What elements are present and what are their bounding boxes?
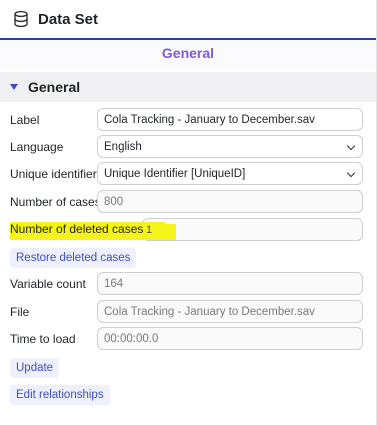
language-row: Language English — [10, 135, 363, 159]
unique-identifier-row: Unique identifier Unique Identifier [Uni… — [10, 162, 363, 186]
time-to-load-value: 00:00:00.0 — [104, 332, 159, 345]
panel-header: Data Set — [0, 0, 376, 38]
tab-bar: General — [0, 38, 376, 70]
variable-count-label: Variable count — [10, 277, 86, 291]
section-header-general[interactable]: General — [0, 72, 376, 102]
label-row: Label Cola Tracking - January to Decembe… — [10, 108, 363, 132]
panel-title: Data Set — [38, 10, 99, 28]
section-title: General — [28, 79, 81, 95]
deleted-cases-row: Number of deleted cases 1 — [10, 218, 363, 242]
chevron-down-icon — [346, 141, 356, 151]
deleted-cases-value: 1 — [146, 224, 153, 236]
time-to-load-field: 00:00:00.0 — [97, 327, 363, 350]
edit-relationships-button[interactable]: Edit relationships — [10, 385, 110, 405]
unique-identifier-select-value: Unique Identifier [UniqueID] — [104, 167, 246, 180]
label-input-value: Cola Tracking - January to December.sav — [104, 113, 315, 126]
update-button[interactable]: Update — [10, 358, 60, 378]
database-icon — [14, 10, 28, 28]
file-value: Cola Tracking - January to December.sav — [104, 305, 315, 318]
tab-general[interactable]: General — [162, 45, 214, 61]
dataset-panel: Data Set General General Label Cola Trac… — [0, 0, 377, 425]
chevron-down-icon — [346, 168, 356, 178]
unique-identifier-select[interactable]: Unique Identifier [UniqueID] — [97, 162, 363, 185]
number-of-cases-field: 800 — [97, 190, 363, 213]
variable-count-field: 164 — [97, 272, 363, 295]
caret-down-icon — [10, 84, 18, 90]
unique-identifier-label: Unique identifier — [10, 167, 97, 181]
file-row: File Cola Tracking - January to December… — [10, 300, 363, 324]
number-of-cases-label: Number of cases — [10, 195, 101, 209]
deleted-cases-label: Number of deleted cases — [10, 222, 144, 236]
file-label: File — [10, 305, 30, 319]
file-field: Cola Tracking - January to December.sav — [97, 300, 363, 323]
number-of-cases-value: 800 — [104, 195, 124, 208]
variable-count-value: 164 — [104, 277, 124, 290]
number-of-cases-row: Number of cases 800 — [10, 190, 363, 214]
variable-count-row: Variable count 164 — [10, 272, 363, 296]
time-to-load-row: Time to load 00:00:00.0 — [10, 327, 363, 351]
language-select-value: English — [104, 140, 142, 153]
label-input[interactable]: Cola Tracking - January to December.sav — [97, 108, 363, 131]
time-to-load-label: Time to load — [10, 332, 76, 346]
label-label: Label — [10, 113, 40, 127]
highlight-mark — [150, 224, 176, 240]
language-select[interactable]: English — [97, 135, 363, 158]
language-label: Language — [10, 140, 64, 154]
restore-deleted-cases-button[interactable]: Restore deleted cases — [10, 248, 137, 268]
